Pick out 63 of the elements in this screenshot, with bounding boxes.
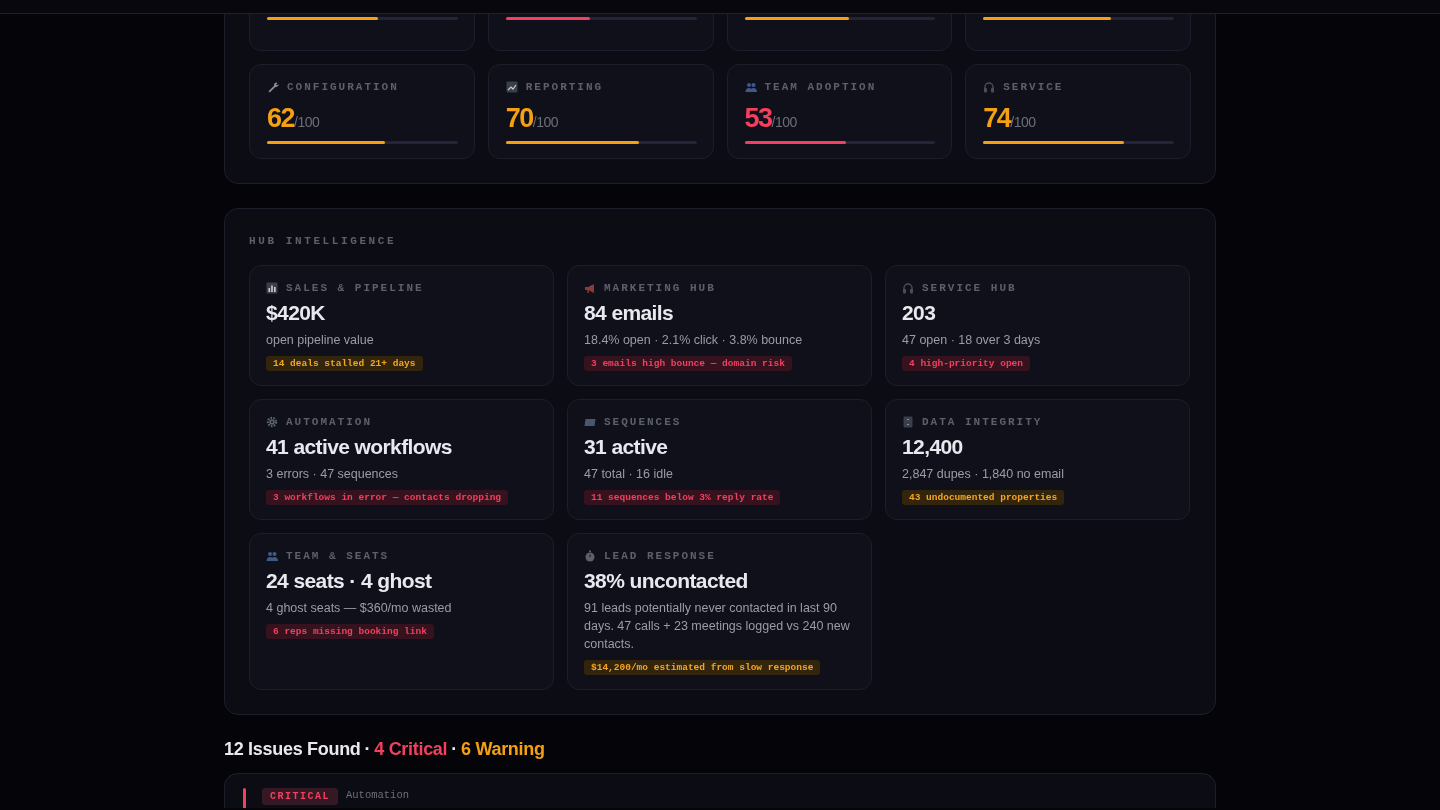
issues-summary: · bbox=[364, 737, 371, 761]
alert-tag: 4 high-priority open bbox=[902, 355, 1031, 371]
headphones-icon bbox=[983, 81, 996, 93]
hub-label: MARKETING HUB bbox=[604, 280, 716, 296]
alert-tag: $14,200/mo estimated from slow response bbox=[584, 659, 821, 675]
score-max: /100 bbox=[1010, 114, 1036, 132]
score-max: /100 bbox=[532, 114, 559, 132]
megaphone-icon bbox=[584, 281, 596, 294]
alert-tag: 3 workflows in error — contacts dropping bbox=[266, 489, 509, 505]
score-label: REPORTING bbox=[525, 80, 604, 95]
people-icon bbox=[266, 549, 278, 562]
section-title: HUB INTELLIGENCE bbox=[249, 234, 398, 249]
hub-detail: 47 total · 16 idle bbox=[584, 465, 674, 483]
hub-value: 41 active workflows bbox=[266, 433, 453, 460]
hub-value: 203 bbox=[902, 299, 937, 326]
hub-label: LEAD RESPONSE bbox=[604, 548, 716, 564]
hub-detail: 3 errors · 47 sequences bbox=[266, 465, 399, 483]
hub-label: SALES & PIPELINE bbox=[286, 280, 424, 296]
hub-detail: open pipeline value bbox=[266, 331, 375, 349]
score-value: 74 bbox=[983, 103, 1011, 133]
hub-value: 31 active bbox=[584, 433, 669, 460]
trend-chart-icon bbox=[505, 81, 518, 93]
score-label: CONFIGURATION bbox=[287, 80, 399, 95]
stopwatch-icon bbox=[584, 549, 596, 562]
score-value: 62 bbox=[267, 103, 295, 133]
hub-label: TEAM & SEATS bbox=[286, 548, 390, 564]
wrench-icon bbox=[267, 81, 279, 93]
issue-category: Automation bbox=[346, 788, 410, 804]
issues-summary: 12 Issues Found bbox=[224, 737, 361, 761]
bar-chart-icon bbox=[266, 281, 278, 294]
score-label: SERVICE bbox=[1003, 80, 1064, 95]
hub-value: $420K bbox=[266, 299, 326, 326]
hub-label: SEQUENCES bbox=[604, 414, 682, 430]
hub-value: 84 emails bbox=[584, 299, 675, 326]
hub-value: 38% uncontacted bbox=[584, 567, 749, 594]
cabinet-icon bbox=[902, 415, 914, 428]
issues-summary: 6 Warning bbox=[461, 737, 545, 761]
hub-detail: 4 ghost seats — $360/mo wasted bbox=[266, 599, 453, 617]
alert-tag: 3 emails high bounce — domain risk bbox=[584, 355, 792, 371]
severity-badge: CRITICAL bbox=[262, 787, 338, 805]
hub-value: 24 seats · 4 ghost bbox=[266, 567, 433, 594]
score-max: /100 bbox=[294, 114, 320, 132]
hub-value: 12,400 bbox=[902, 433, 964, 460]
headphones-icon bbox=[902, 281, 914, 294]
hub-detail: 47 open · 18 over 3 days bbox=[902, 331, 1042, 349]
hub-detail: 91 leads potentially never contacted in last 90 days. 47 calls + 23 meetings logged vs 240 new contacts. bbox=[584, 599, 851, 653]
issues-summary: · bbox=[451, 737, 457, 761]
alert-tag: 6 reps missing booking link bbox=[266, 623, 434, 639]
hub-detail: 18.4% open · 2.1% click · 3.8% bounce bbox=[584, 331, 804, 349]
hub-label: AUTOMATION bbox=[286, 414, 372, 430]
score-label: TEAM ADOPTION bbox=[764, 80, 877, 95]
hub-label: SERVICE HUB bbox=[922, 280, 1017, 296]
issues-summary: 4 Critical bbox=[374, 737, 448, 761]
alert-tag: 14 deals stalled 21+ days bbox=[266, 355, 423, 371]
hub-label: DATA INTEGRITY bbox=[922, 414, 1043, 430]
alert-tag: 43 undocumented properties bbox=[902, 489, 1065, 505]
people-icon bbox=[744, 81, 757, 93]
score-value: 53 bbox=[744, 103, 772, 133]
score-max: /100 bbox=[771, 114, 797, 132]
gear-icon bbox=[266, 415, 278, 428]
score-value: 70 bbox=[505, 103, 533, 133]
hub-detail: 2,847 dupes · 1,840 no email bbox=[902, 465, 1065, 483]
alert-tag: 11 sequences below 3% reply rate bbox=[584, 489, 781, 505]
